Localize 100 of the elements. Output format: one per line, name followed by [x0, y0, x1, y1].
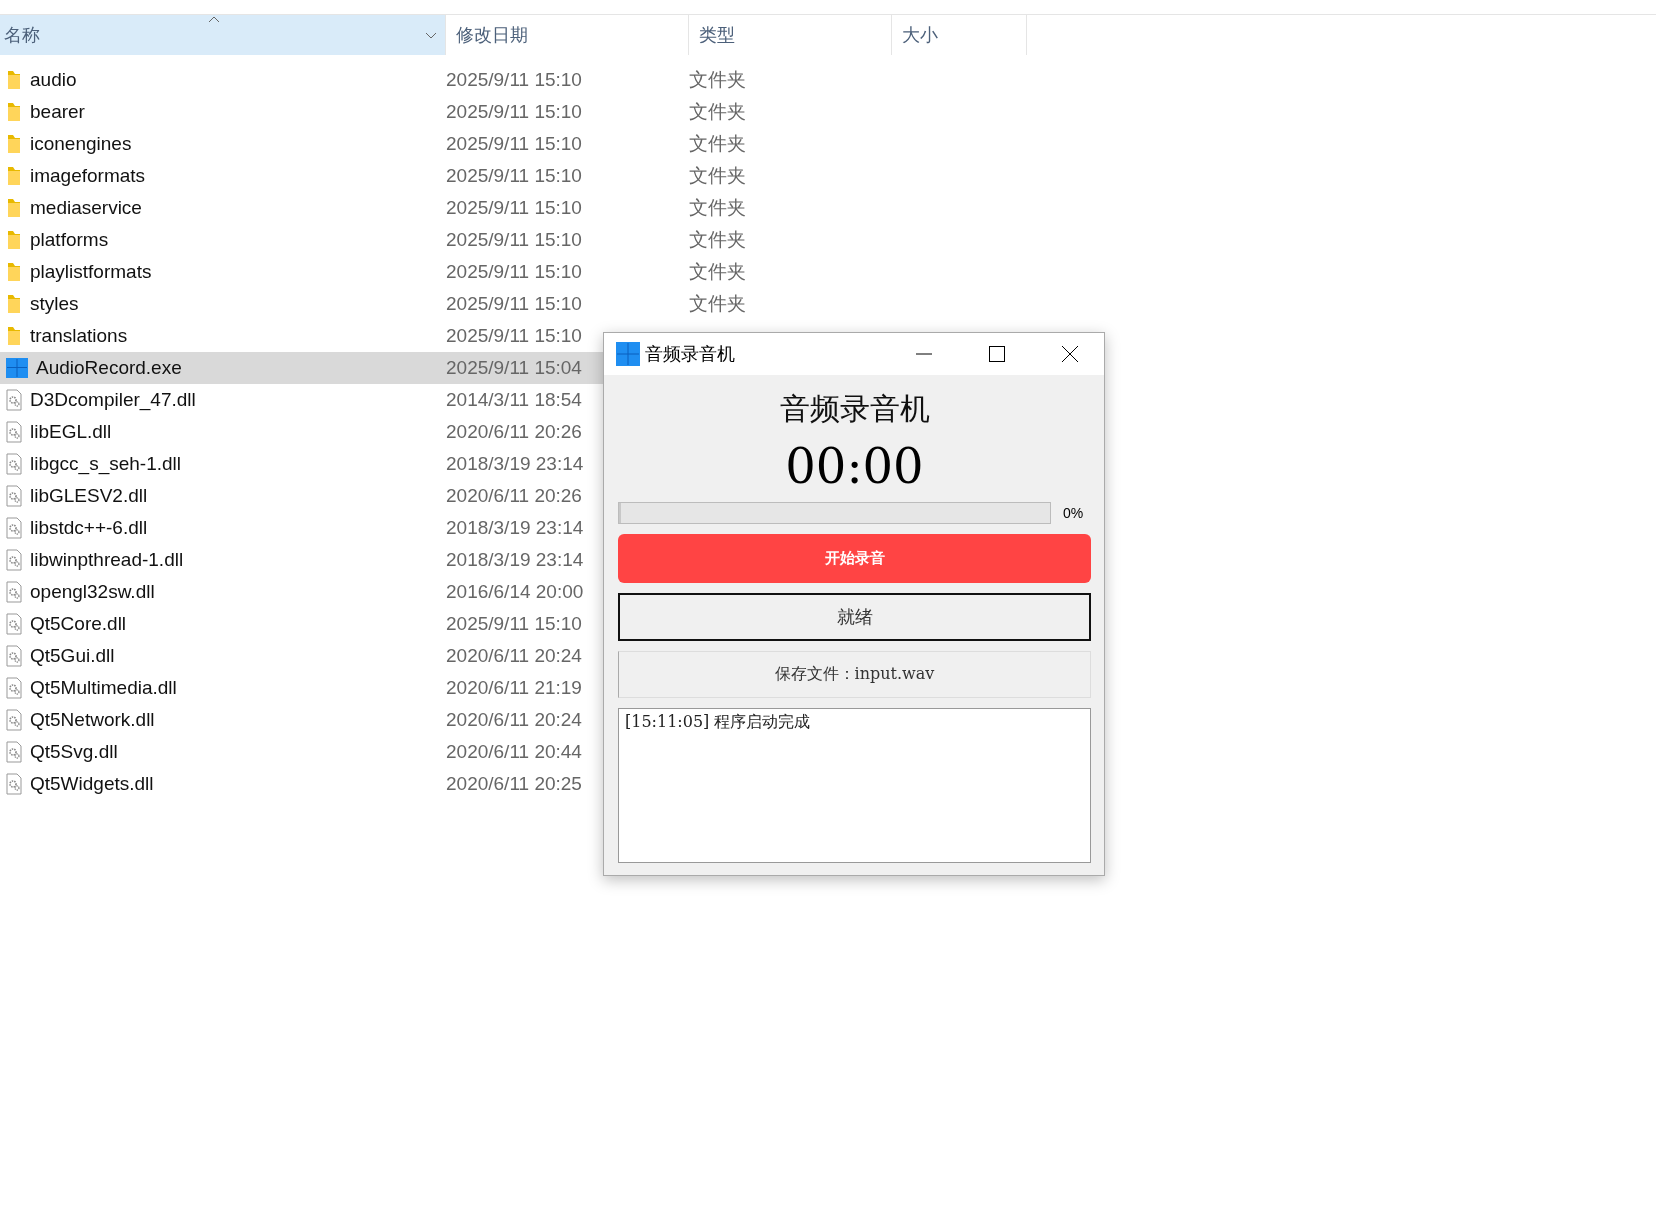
file-name: opengl32sw.dll: [30, 581, 155, 603]
file-row[interactable]: platforms 2025/9/11 15:10 文件夹: [0, 224, 1656, 256]
file-row[interactable]: libEGL.dll 2020/6/11 20:26: [0, 416, 603, 448]
file-date: 2025/9/11 15:10: [446, 133, 582, 154]
file-type: 文件夹: [689, 68, 746, 92]
log-line: [15:11:05] 程序启动完成: [625, 712, 812, 733]
folder-icon: [6, 230, 22, 250]
file-date: 2020/6/11 21:19: [446, 677, 582, 698]
app-window-icon: [616, 342, 640, 366]
file-name: bearer: [30, 101, 85, 123]
window-title: 音频录音机: [645, 342, 736, 366]
file-name: Qt5Svg.dll: [30, 741, 118, 763]
file-date: 2025/9/11 15:10: [446, 101, 582, 122]
file-date: 2025/9/11 15:10: [446, 261, 582, 282]
file-row[interactable]: Qt5Widgets.dll 2020/6/11 20:25: [0, 768, 603, 800]
close-icon: [1062, 346, 1078, 362]
gear-file-icon: [6, 741, 22, 763]
file-row[interactable]: Qt5Core.dll 2025/9/11 15:10: [0, 608, 603, 640]
gear-file-icon: [6, 421, 22, 443]
file-date: 2025/9/11 15:10: [446, 613, 582, 634]
file-name: libGLESV2.dll: [30, 485, 148, 507]
file-row[interactable]: libstdc++-6.dll 2018/3/19 23:14: [0, 512, 603, 544]
file-row[interactable]: iconengines 2025/9/11 15:10 文件夹: [0, 128, 1656, 160]
file-name: audio: [30, 69, 77, 91]
file-date: 2020/6/11 20:44: [446, 741, 582, 762]
column-header[interactable]: 名称: [0, 15, 446, 55]
gear-file-icon: [6, 389, 22, 411]
file-name: imageformats: [30, 165, 146, 187]
file-date: 2025/9/11 15:10: [446, 165, 582, 186]
file-row[interactable]: libgcc_s_seh-1.dll 2018/3/19 23:14: [0, 448, 603, 480]
column-header[interactable]: 大小: [892, 15, 1027, 55]
gear-file-icon: [6, 581, 22, 603]
file-date: 2014/3/11 18:54: [446, 389, 582, 410]
file-date: 2020/6/11 20:26: [446, 485, 582, 506]
status-label: 就绪: [618, 593, 1091, 641]
file-name: libEGL.dll: [30, 421, 112, 443]
file-name: translations: [30, 325, 128, 347]
file-name: styles: [30, 293, 79, 315]
file-date: 2025/9/11 15:10: [446, 197, 582, 218]
gear-file-icon: [6, 677, 22, 699]
file-row[interactable]: mediaservice 2025/9/11 15:10 文件夹: [0, 192, 1656, 224]
file-name: Qt5Multimedia.dll: [30, 677, 177, 699]
file-type: 文件夹: [689, 132, 746, 156]
file-row[interactable]: bearer 2025/9/11 15:10 文件夹: [0, 96, 1656, 128]
file-type: 文件夹: [689, 228, 746, 252]
file-name: libstdc++-6.dll: [30, 517, 148, 539]
file-row[interactable]: libwinpthread-1.dll 2018/3/19 23:14: [0, 544, 603, 576]
file-row[interactable]: Qt5Multimedia.dll 2020/6/11 21:19: [0, 672, 603, 704]
timer-display: 00:00: [784, 440, 925, 492]
gear-file-icon: [6, 453, 22, 475]
gear-file-icon: [6, 773, 22, 795]
file-name: Qt5Core.dll: [30, 613, 127, 635]
file-row[interactable]: AudioRecord.exe 2025/9/11 15:04: [0, 352, 603, 384]
app-window-icon: [6, 358, 28, 378]
column-header[interactable]: 修改日期: [446, 15, 689, 55]
folder-icon: [6, 166, 22, 186]
file-row[interactable]: D3Dcompiler_47.dll 2014/3/11 18:54: [0, 384, 603, 416]
file-row[interactable]: playlistformats 2025/9/11 15:10 文件夹: [0, 256, 1656, 288]
folder-icon: [6, 262, 22, 282]
maximize-icon: [989, 346, 1005, 362]
file-row[interactable]: libGLESV2.dll 2020/6/11 20:26: [0, 480, 603, 512]
file-date: 2020/6/11 20:24: [446, 709, 582, 730]
file-date: 2025/9/11 15:10: [446, 69, 582, 90]
file-name: Qt5Gui.dll: [30, 645, 115, 667]
file-type: 文件夹: [689, 100, 746, 124]
file-row[interactable]: styles 2025/9/11 15:10 文件夹: [0, 288, 1656, 320]
file-name: Qt5Network.dll: [30, 709, 155, 731]
file-name: libwinpthread-1.dll: [30, 549, 184, 571]
column-header[interactable]: 类型: [689, 15, 892, 55]
gear-file-icon: [6, 645, 22, 667]
gear-file-icon: [6, 517, 22, 539]
file-type: 文件夹: [689, 292, 746, 316]
caret-icon[interactable]: [425, 31, 437, 39]
progress-percent: 0%: [1063, 505, 1085, 521]
file-row[interactable]: translations 2025/9/11 15:10: [0, 320, 603, 352]
file-row[interactable]: opengl32sw.dll 2016/6/14 20:00: [0, 576, 603, 608]
folder-icon: [6, 198, 22, 218]
file-date: 2025/9/11 15:10: [446, 293, 582, 314]
file-row[interactable]: Qt5Gui.dll 2020/6/11 20:24: [0, 640, 603, 672]
file-name: platforms: [30, 229, 109, 251]
file-date: 2016/6/14 20:00: [446, 581, 584, 602]
file-date: 2020/6/11 20:25: [446, 773, 582, 794]
file-date: 2018/3/19 23:14: [446, 549, 584, 570]
folder-icon: [6, 134, 22, 154]
file-row[interactable]: audio 2025/9/11 15:10 文件夹: [0, 64, 1656, 96]
file-date: 2018/3/19 23:14: [446, 453, 584, 474]
file-row[interactable]: Qt5Svg.dll 2020/6/11 20:44: [0, 736, 603, 768]
file-row[interactable]: Qt5Network.dll 2020/6/11 20:24: [0, 704, 603, 736]
gear-file-icon: [6, 709, 22, 731]
folder-icon: [6, 102, 22, 122]
file-date: 2025/9/11 15:10: [446, 229, 582, 250]
file-row[interactable]: imageformats 2025/9/11 15:10 文件夹: [0, 160, 1656, 192]
file-name: mediaservice: [30, 197, 142, 219]
folder-icon: [6, 70, 22, 90]
gear-file-icon: [6, 613, 22, 635]
file-date: 2020/6/11 20:24: [446, 645, 582, 666]
file-type: 文件夹: [689, 164, 746, 188]
file-date: 2018/3/19 23:14: [446, 517, 584, 538]
file-type: 文件夹: [689, 196, 746, 220]
file-name: iconengines: [30, 133, 132, 155]
